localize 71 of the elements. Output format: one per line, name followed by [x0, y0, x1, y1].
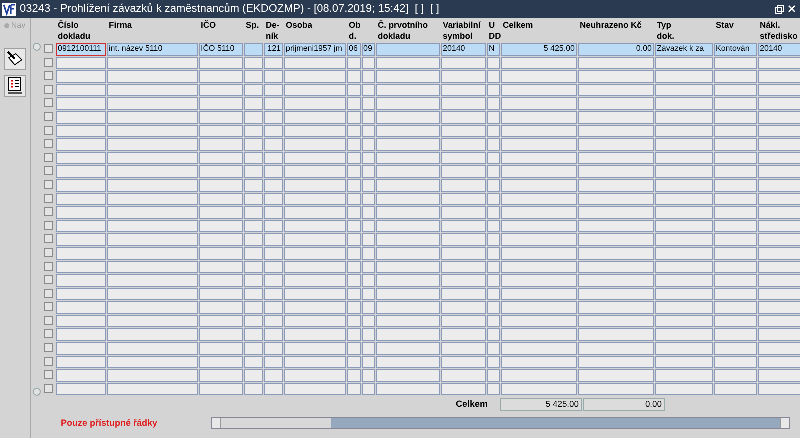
column-header[interactable]: Firma	[107, 18, 198, 43]
row-checkbox[interactable]	[44, 329, 53, 338]
table-cell[interactable]: Závazek k za	[655, 43, 713, 56]
total-field: 0.00	[583, 398, 665, 411]
column-header[interactable]: Variabilní symbol	[441, 18, 486, 43]
row-checkbox[interactable]	[44, 262, 53, 270]
total-field: 5 425.00	[500, 398, 582, 411]
column-header[interactable]: De- ník	[264, 18, 283, 43]
nav-icon	[4, 22, 10, 28]
table-cell[interactable]: IČO 5110	[199, 43, 243, 56]
scroll-up-button[interactable]	[33, 43, 41, 51]
table-cell[interactable]: 5 425.00	[501, 43, 577, 56]
column-header[interactable]: Č. prvotního dokladu	[376, 18, 440, 43]
table-cell[interactable]: 20140	[758, 43, 800, 56]
row-checkbox[interactable]	[44, 356, 53, 366]
row-checkbox[interactable]	[44, 84, 53, 94]
column-header[interactable]: IČO	[199, 18, 243, 43]
horizontal-scrollbar[interactable]	[211, 417, 790, 430]
filter-notice: Pouze přístupné řádky	[60, 418, 159, 428]
row-checkbox[interactable]	[44, 194, 53, 203]
table-cell[interactable]: int. název 5110	[107, 43, 198, 56]
table-cell[interactable]: 0.00	[578, 43, 654, 56]
row-checkbox[interactable]	[44, 98, 53, 108]
table-cell[interactable]: 09	[362, 43, 375, 56]
row-checkbox[interactable]	[44, 220, 53, 230]
column-header[interactable]: Stav	[714, 18, 757, 43]
table-cell[interactable]: prijmeni1957 jm	[284, 43, 346, 56]
row-checkbox[interactable]	[44, 248, 53, 257]
column-header[interactable]: Celkem	[501, 18, 577, 43]
column-header[interactable]: Neuhrazeno Kč	[578, 18, 654, 43]
column-header[interactable]: Nákl. středisko	[758, 18, 800, 43]
row-checkbox[interactable]	[44, 44, 53, 53]
table-cell[interactable]: 20140	[441, 43, 486, 56]
table-cell[interactable]: 121	[264, 43, 283, 56]
row-checkbox[interactable]	[44, 234, 53, 244]
checklist-button[interactable]	[4, 75, 26, 97]
row-checkbox[interactable]	[44, 58, 53, 67]
row-checkbox[interactable]	[44, 288, 53, 298]
window-title: 03243 - Prohlížení závazků k zaměstnancům (EKDOZMP) - [08.07.2019; 15:42] [ ] [ ]	[20, 3, 440, 15]
row-checkbox[interactable]	[44, 302, 53, 312]
row-checkbox[interactable]	[44, 166, 53, 176]
row-checkbox[interactable]	[44, 343, 53, 352]
row-checkbox[interactable]	[44, 152, 53, 162]
totals-label: Celkem	[454, 399, 489, 410]
column-header[interactable]: Ob d.	[347, 18, 375, 43]
row-checkbox[interactable]	[44, 180, 53, 189]
column-header[interactable]: U DD	[487, 18, 500, 43]
row-checkbox[interactable]	[44, 316, 53, 325]
row-checkbox[interactable]	[44, 112, 53, 121]
row-checkbox[interactable]	[44, 384, 53, 393]
row-checkbox[interactable]	[44, 370, 53, 380]
close-icon[interactable]	[788, 5, 796, 13]
restore-icon[interactable]	[775, 4, 784, 14]
row-checkbox[interactable]	[44, 275, 53, 284]
table-cell[interactable]: N	[487, 43, 500, 56]
row-checkbox[interactable]	[44, 139, 53, 148]
row-checkbox[interactable]	[44, 207, 53, 216]
row-checkbox[interactable]	[44, 126, 53, 135]
column-header[interactable]: Osoba	[284, 18, 346, 43]
scroll-down-button[interactable]	[33, 388, 41, 396]
table-cell[interactable]: 0912100111	[56, 43, 106, 56]
table-cell[interactable]: Kontován	[714, 43, 757, 56]
row-checkbox[interactable]	[44, 71, 53, 80]
column-header[interactable]: Typ dok.	[655, 18, 713, 43]
app-logo-icon	[2, 2, 16, 16]
edit-document-button[interactable]	[4, 48, 26, 70]
pen-on-paper-icon	[6, 50, 24, 68]
checklist-icon	[7, 77, 23, 95]
column-header[interactable]: Sp.	[244, 18, 263, 43]
column-header[interactable]: Číslo dokladu	[56, 18, 106, 43]
table-cell[interactable]: 06	[347, 43, 360, 56]
